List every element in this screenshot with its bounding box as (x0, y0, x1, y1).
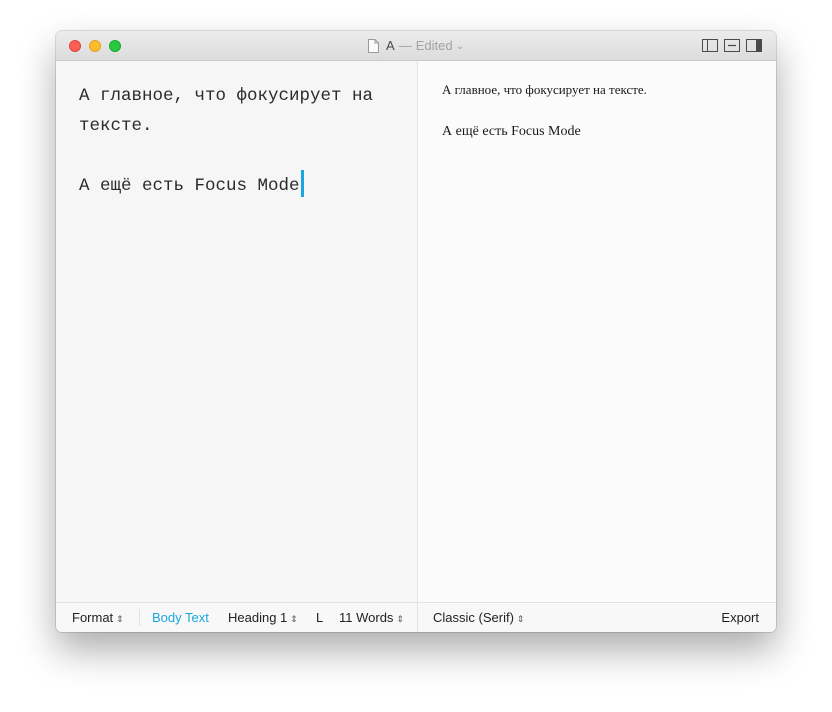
divider (139, 609, 140, 626)
updown-icon: ⇕ (290, 614, 298, 624)
updown-icon: ⇕ (516, 614, 525, 624)
text-cursor (300, 170, 304, 197)
updown-icon: ⇕ (116, 614, 124, 624)
export-button[interactable]: Export (721, 603, 759, 632)
document-icon (368, 38, 380, 53)
template-label: Classic (Serif) (433, 610, 514, 625)
word-count-menu[interactable]: 11 Words ⇕ (339, 603, 404, 632)
app-window: A — Edited ⌄ А главное, что фокусирует н… (56, 31, 776, 632)
preview-paragraph: А главное, что фокусирует на тексте. (442, 82, 647, 97)
split-view-icon[interactable] (724, 39, 740, 52)
heading-style-menu[interactable]: Heading 1 ⇕ (228, 603, 298, 632)
chevron-down-icon: ⌄ (455, 40, 464, 52)
word-count-label: 11 Words (339, 610, 394, 625)
editor-pane[interactable]: А главное, что фокусирует на тексте. А е… (56, 61, 418, 602)
editor-paragraph[interactable]: А главное, что фокусирует на тексте. (79, 81, 404, 141)
format-label: Format (72, 610, 114, 625)
editor-paragraph[interactable]: А ещё есть Focus Mode (79, 170, 404, 201)
format-menu[interactable]: Format ⇕ (72, 603, 124, 632)
export-label: Export (721, 610, 759, 625)
title-bar: A — Edited ⌄ (56, 31, 776, 61)
toolbar-view-buttons (702, 39, 762, 52)
title-separator: — (398, 38, 412, 53)
updown-icon: ⇕ (396, 614, 404, 624)
editor-paragraph-text[interactable]: А ещё есть Focus Mode (79, 176, 300, 196)
preview-text: А главное, что фокусирует на тексте. А е… (442, 81, 752, 141)
l-style-button[interactable]: L (316, 603, 323, 632)
preview-paragraph: А ещё есть Focus Mode (442, 124, 581, 139)
window-title[interactable]: A — Edited ⌄ (56, 31, 776, 60)
heading-label: Heading 1 (228, 610, 288, 625)
sidebar-left-icon[interactable] (702, 39, 718, 52)
sidebar-right-icon[interactable] (746, 39, 762, 52)
body-text-style-button[interactable]: Body Text (152, 603, 209, 632)
document-name: A (386, 38, 395, 53)
status-bar: Format ⇕ Body Text Heading 1 ⇕ L 11 Words ⇕… (56, 602, 776, 632)
editor-text[interactable]: А главное, что фокусирует на тексте. А е… (79, 81, 404, 201)
template-menu[interactable]: Classic (Serif) ⇕ (433, 603, 524, 632)
l-label: L (316, 610, 324, 625)
edited-status: Edited (415, 38, 453, 53)
pane-divider (417, 603, 418, 632)
preview-pane: А главное, что фокусирует на тексте. А е… (418, 61, 776, 602)
body-text-label: Body Text (152, 610, 209, 625)
